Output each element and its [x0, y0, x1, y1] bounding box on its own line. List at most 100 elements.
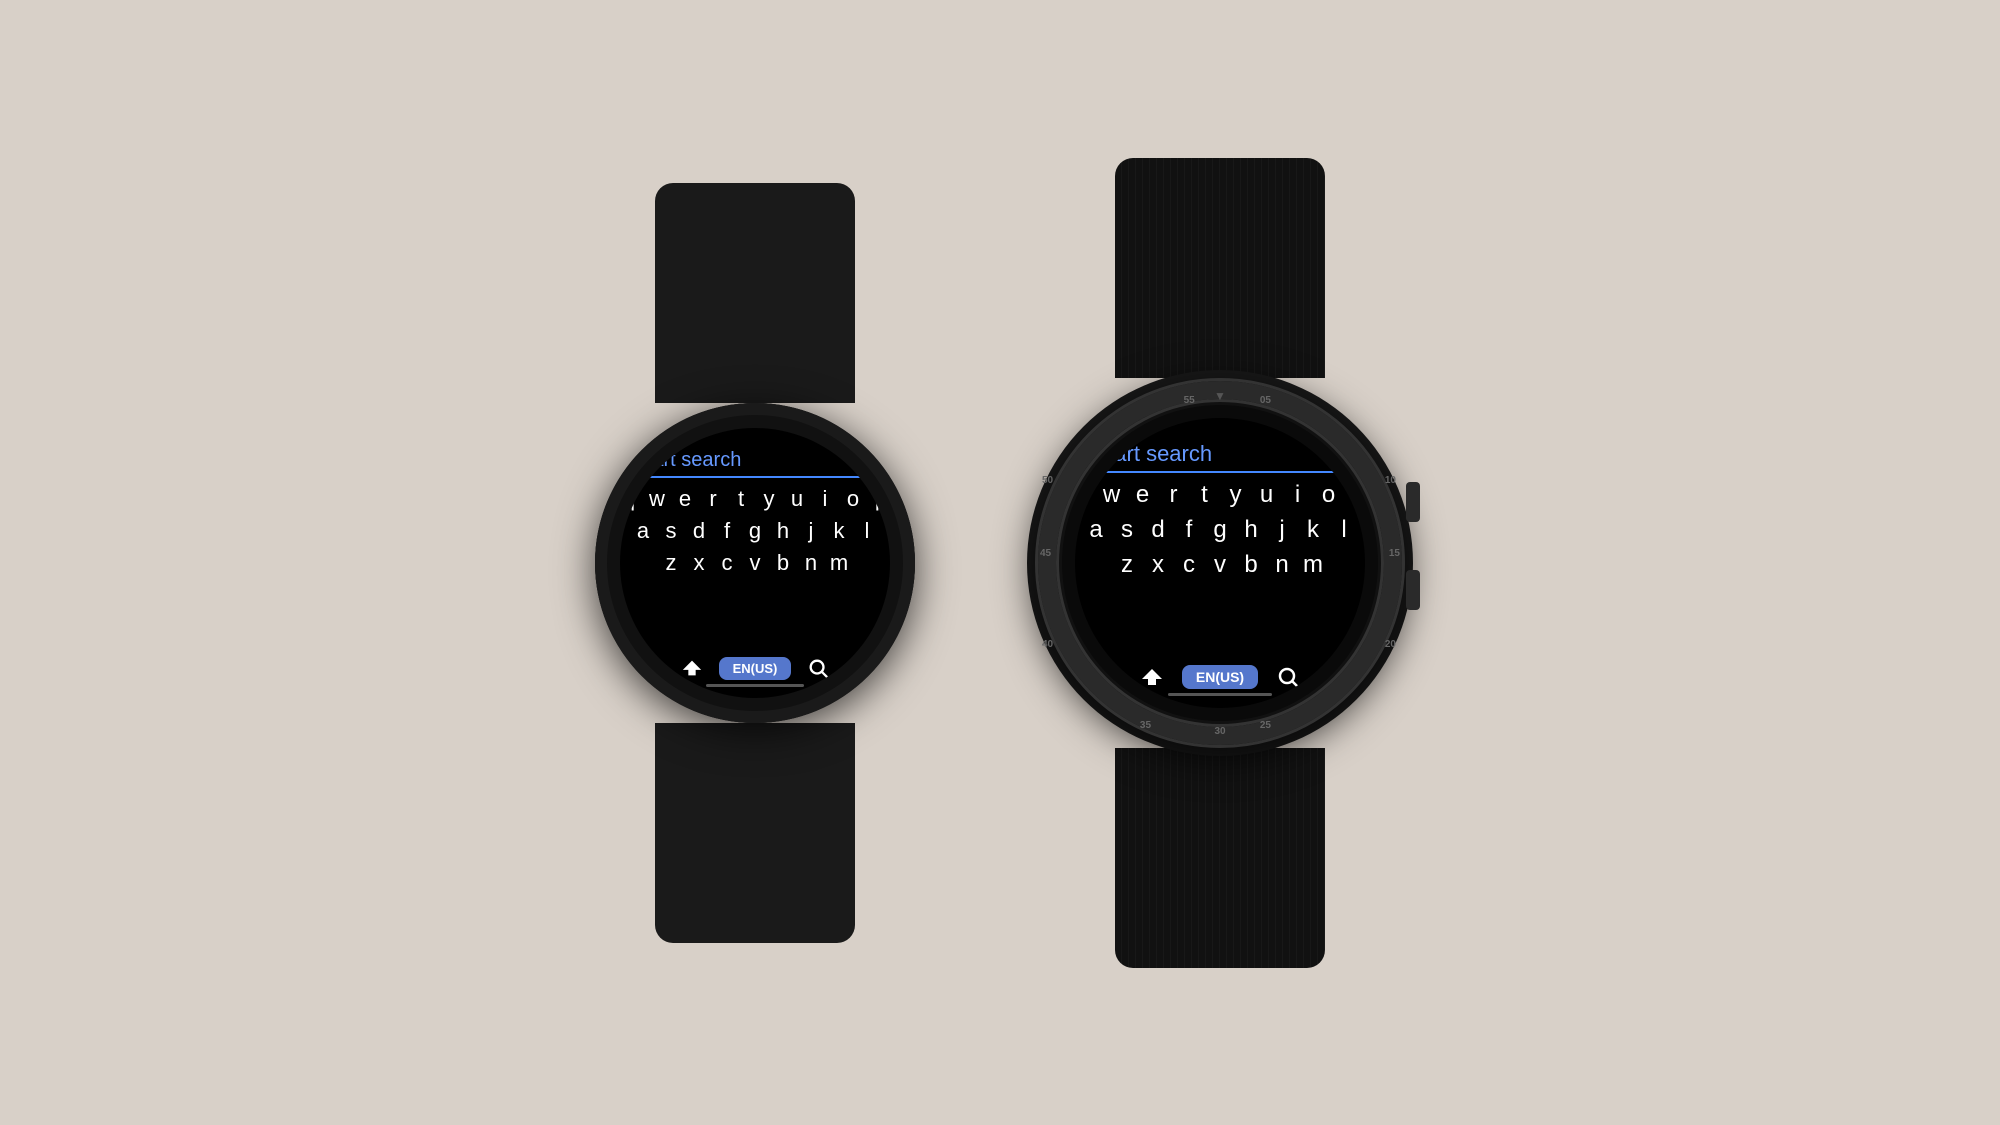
tick-15: 15: [1389, 548, 1400, 559]
key-h[interactable]: h: [772, 518, 794, 544]
key-j-c[interactable]: j: [1270, 516, 1294, 544]
key-e-c[interactable]: e: [1131, 481, 1155, 509]
key-h-c[interactable]: h: [1239, 516, 1263, 544]
band-bottom-classic: [1115, 748, 1325, 968]
key-z[interactable]: z: [660, 550, 682, 576]
tick-20: 20: [1385, 639, 1396, 650]
key-y-c[interactable]: y: [1224, 481, 1248, 509]
key-g[interactable]: g: [744, 518, 766, 544]
key-v-c[interactable]: v: [1208, 551, 1232, 579]
key-e[interactable]: e: [674, 486, 696, 512]
tick-05: 05: [1260, 395, 1271, 406]
side-button-top-classic[interactable]: [1406, 482, 1420, 522]
key-o-c[interactable]: o: [1317, 481, 1341, 509]
key-s[interactable]: s: [660, 518, 682, 544]
home-indicator-sport: [706, 684, 803, 687]
key-g-c[interactable]: g: [1208, 516, 1232, 544]
key-c[interactable]: c: [716, 550, 738, 576]
search-placeholder-classic: Start search: [1090, 441, 1213, 467]
key-d[interactable]: d: [688, 518, 710, 544]
key-a[interactable]: a: [632, 518, 654, 544]
tick-25: 25: [1260, 720, 1271, 731]
key-i-c[interactable]: i: [1286, 481, 1310, 509]
keyboard-classic: q w e r t y u i o p a s d: [1090, 481, 1351, 661]
key-u-c[interactable]: u: [1255, 481, 1279, 509]
key-b-c[interactable]: b: [1239, 551, 1263, 579]
key-r-c[interactable]: r: [1162, 481, 1186, 509]
watch-sport: Start search ✕ q w e r t y u i o p: [595, 183, 915, 943]
key-n[interactable]: n: [800, 550, 822, 576]
close-button-classic[interactable]: ✕: [1325, 441, 1351, 467]
keyboard-sport: q w e r t y u i o p a s d: [634, 486, 877, 653]
key-u[interactable]: u: [786, 486, 808, 512]
language-button-sport[interactable]: EN(US): [719, 657, 792, 680]
language-button-classic[interactable]: EN(US): [1182, 665, 1258, 689]
key-t-c[interactable]: t: [1193, 481, 1217, 509]
watch-screen-classic: Start search ✕ q w e r t y u i o: [1075, 418, 1365, 708]
watch-case-classic: ▼ 55 05 10 15 20 25 30 35 40 45 50 Start…: [1035, 378, 1405, 748]
tick-40: 40: [1042, 639, 1053, 650]
key-v[interactable]: v: [744, 550, 766, 576]
band-top-sport: [655, 183, 855, 403]
key-m-c[interactable]: m: [1301, 551, 1325, 579]
key-a-c[interactable]: a: [1084, 516, 1108, 544]
key-f-c[interactable]: f: [1177, 516, 1201, 544]
key-row-1-sport: q w e r t y u i o p: [620, 486, 890, 512]
home-indicator-classic: [1168, 693, 1272, 696]
side-button-bottom-classic[interactable]: [1406, 570, 1420, 610]
key-row-3-classic: z x c v b n m: [1115, 551, 1325, 579]
key-r[interactable]: r: [702, 486, 724, 512]
watch-screen-sport: Start search ✕ q w e r t y u i o p: [620, 428, 890, 698]
shift-button-sport[interactable]: [681, 657, 703, 679]
bottom-bar-sport: EN(US): [634, 657, 877, 680]
key-s-c[interactable]: s: [1115, 516, 1139, 544]
key-x[interactable]: x: [688, 550, 710, 576]
key-x-c[interactable]: x: [1146, 551, 1170, 579]
close-button-sport[interactable]: ✕: [855, 450, 877, 472]
watch-classic: ▼ 55 05 10 15 20 25 30 35 40 45 50 Start…: [1035, 158, 1405, 968]
key-i[interactable]: i: [814, 486, 836, 512]
tick-55: 55: [1184, 395, 1195, 406]
key-k-c[interactable]: k: [1301, 516, 1325, 544]
tick-30: 30: [1214, 726, 1225, 737]
band-top-classic: [1115, 158, 1325, 378]
key-q-c[interactable]: q: [1075, 481, 1093, 509]
key-n-c[interactable]: n: [1270, 551, 1294, 579]
key-row-3-sport: z x c v b n m: [660, 550, 850, 576]
key-w-c[interactable]: w: [1100, 481, 1124, 509]
key-t[interactable]: t: [730, 486, 752, 512]
tick-35: 35: [1140, 720, 1151, 731]
search-placeholder-sport: Start search: [634, 449, 742, 472]
key-p-c[interactable]: p: [1348, 481, 1366, 509]
shift-button-classic[interactable]: [1140, 665, 1164, 689]
key-p[interactable]: p: [870, 486, 890, 512]
key-j[interactable]: j: [800, 518, 822, 544]
key-o[interactable]: o: [842, 486, 864, 512]
tick-50: 50: [1042, 475, 1053, 486]
bottom-bar-classic: EN(US): [1090, 665, 1351, 689]
tick-45: 45: [1040, 548, 1051, 559]
cursor-classic: [1090, 444, 1092, 466]
search-button-classic[interactable]: [1276, 665, 1300, 689]
band-bottom-sport: [655, 723, 855, 943]
key-k[interactable]: k: [828, 518, 850, 544]
key-w[interactable]: w: [646, 486, 668, 512]
key-f[interactable]: f: [716, 518, 738, 544]
key-m[interactable]: m: [828, 550, 850, 576]
key-z-c[interactable]: z: [1115, 551, 1139, 579]
key-row-2-classic: a s d f g h j k l: [1084, 516, 1356, 544]
search-bar-sport: Start search ✕: [634, 449, 877, 478]
key-q[interactable]: q: [620, 486, 640, 512]
key-l[interactable]: l: [856, 518, 878, 544]
watch-case-sport: Start search ✕ q w e r t y u i o p: [595, 403, 915, 723]
search-button-sport[interactable]: [807, 657, 829, 679]
tick-10: 10: [1385, 475, 1396, 486]
keyboard-ui-sport: Start search ✕ q w e r t y u i o p: [620, 428, 890, 698]
key-b[interactable]: b: [772, 550, 794, 576]
key-d-c[interactable]: d: [1146, 516, 1170, 544]
key-row-1-classic: q w e r t y u i o p: [1075, 481, 1365, 509]
keyboard-ui-classic: Start search ✕ q w e r t y u i o: [1075, 418, 1365, 708]
key-l-c[interactable]: l: [1332, 516, 1356, 544]
key-c-c[interactable]: c: [1177, 551, 1201, 579]
key-y[interactable]: y: [758, 486, 780, 512]
